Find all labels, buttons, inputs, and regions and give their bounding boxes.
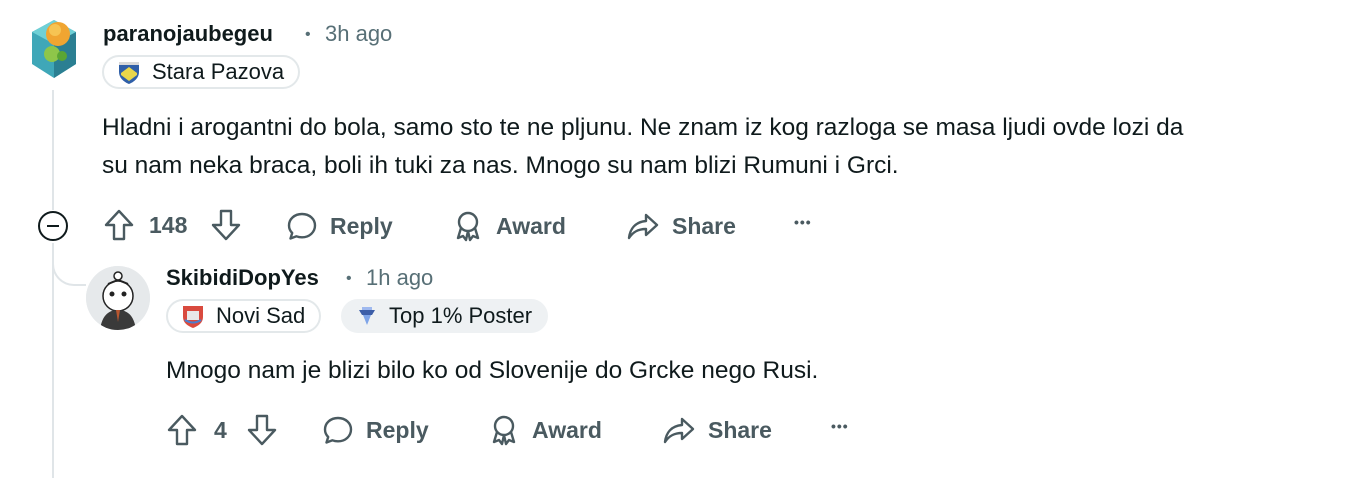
meta-separator: • <box>305 26 311 43</box>
meta-separator: • <box>346 270 352 287</box>
badge-label: Top 1% Poster <box>389 303 533 328</box>
award-icon <box>456 211 480 242</box>
comment-time[interactable]: 1h ago <box>366 265 433 291</box>
upvote-icon <box>104 209 134 241</box>
thread-branch-curve <box>52 250 86 286</box>
comment-author[interactable]: paranojaubegeu <box>103 21 273 47</box>
award-button[interactable]: Award <box>452 210 566 242</box>
upvote-button[interactable] <box>166 413 198 447</box>
share-icon <box>663 417 695 444</box>
reply-button[interactable]: Reply <box>286 210 393 242</box>
avatar[interactable] <box>24 14 84 86</box>
collapse-thread-button[interactable] <box>38 211 68 241</box>
comment-time[interactable]: 3h ago <box>325 21 392 47</box>
reply-label: Reply <box>330 212 393 239</box>
more-options-button[interactable]: ••• <box>794 214 812 230</box>
downvote-button[interactable] <box>210 208 242 242</box>
award-icon <box>492 415 516 446</box>
novi-sad-crest-icon <box>180 303 206 329</box>
downvote-icon <box>211 209 241 241</box>
upvote-button[interactable] <box>103 208 135 242</box>
comment-author[interactable]: SkibidiDopYes <box>166 265 319 291</box>
reply-button[interactable]: Reply <box>322 414 429 446</box>
vote-count: 4 <box>214 417 227 443</box>
avatar-image-icon <box>86 266 150 330</box>
user-flair: Novi Sad <box>166 299 322 333</box>
share-label: Share <box>708 416 772 443</box>
more-options-button[interactable]: ••• <box>831 418 849 434</box>
comment-bubble-icon <box>323 416 353 444</box>
share-label: Share <box>672 212 736 239</box>
award-label: Award <box>532 416 602 443</box>
user-flair: Stara Pazova <box>102 55 301 89</box>
more-options-icon: ••• <box>794 214 812 230</box>
avatar[interactable] <box>86 266 150 330</box>
vote-count: 148 <box>149 212 188 238</box>
award-button[interactable]: Award <box>488 414 602 446</box>
more-options-icon: ••• <box>831 418 849 434</box>
upvote-icon <box>167 414 197 446</box>
award-label: Award <box>496 212 566 239</box>
comment-body: Mnogo nam je blizi bilo ko od Slovenije … <box>166 357 819 384</box>
top-poster-badge: Top 1% Poster <box>341 299 549 333</box>
avatar-image-icon <box>32 20 76 78</box>
comment-body: Hladni i arogantni do bola, samo sto te … <box>102 114 1184 179</box>
share-button[interactable]: Share <box>662 414 772 446</box>
thread-line-main[interactable] <box>52 90 54 210</box>
downvote-button[interactable] <box>246 413 278 447</box>
share-icon <box>627 213 659 240</box>
downvote-icon <box>247 414 277 446</box>
flair-label: Stara Pazova <box>152 59 285 84</box>
coat-of-arms-icon <box>116 59 142 85</box>
flair-label: Novi Sad <box>216 303 306 328</box>
share-button[interactable]: Share <box>626 210 736 242</box>
top-poster-icon <box>355 304 379 328</box>
reply-label: Reply <box>366 416 429 443</box>
thread-line-lower[interactable] <box>52 243 54 478</box>
comment-bubble-icon <box>287 212 317 240</box>
